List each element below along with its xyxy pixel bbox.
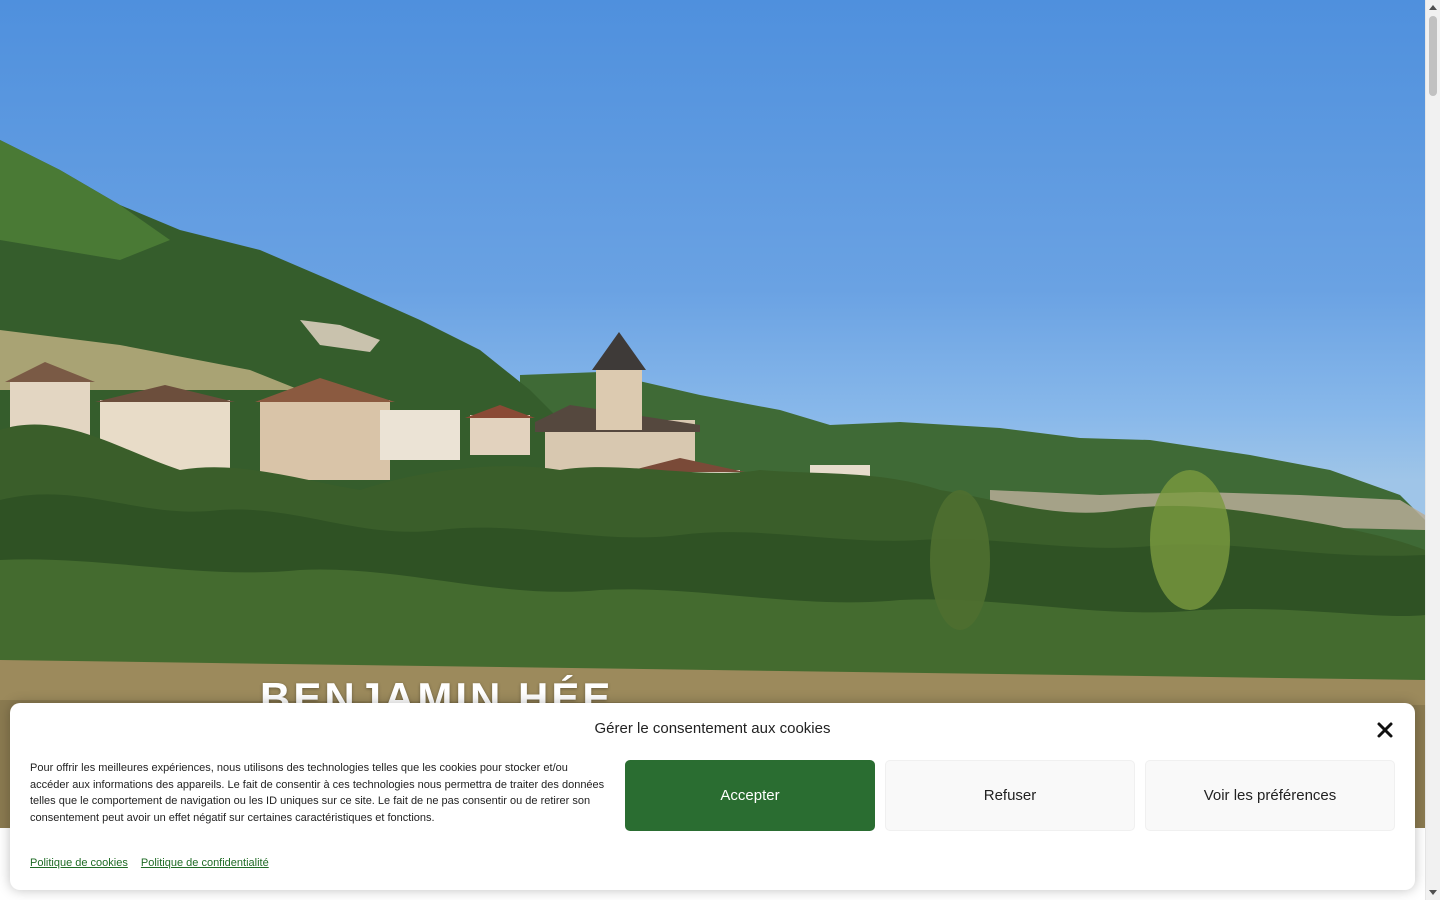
close-button[interactable] xyxy=(1374,719,1396,741)
cookie-banner-message: Pour offrir les meilleures expériences, … xyxy=(30,762,605,825)
view-preferences-button[interactable]: Voir les préférences xyxy=(1145,760,1395,831)
close-icon[interactable] xyxy=(1374,719,1396,741)
accept-button[interactable]: Accepter xyxy=(625,760,875,831)
cookie-banner-title: Gérer le consentement aux cookies xyxy=(594,720,831,737)
refuse-button[interactable]: Refuser xyxy=(885,760,1135,831)
scroll-up-icon[interactable] xyxy=(1429,5,1437,10)
cookie-policy-links: Politique de cookies Politique de confid… xyxy=(30,857,279,869)
scroll-thumb[interactable] xyxy=(1429,16,1437,96)
scroll-down-icon[interactable] xyxy=(1429,890,1437,895)
cookie-consent-banner: Gérer le consentement aux cookies Pour o… xyxy=(10,703,1415,890)
privacy-policy-link[interactable]: Politique de confidentialité xyxy=(141,857,269,869)
page-scrollbar[interactable] xyxy=(1425,0,1440,900)
cookie-policy-link[interactable]: Politique de cookies xyxy=(30,857,128,869)
